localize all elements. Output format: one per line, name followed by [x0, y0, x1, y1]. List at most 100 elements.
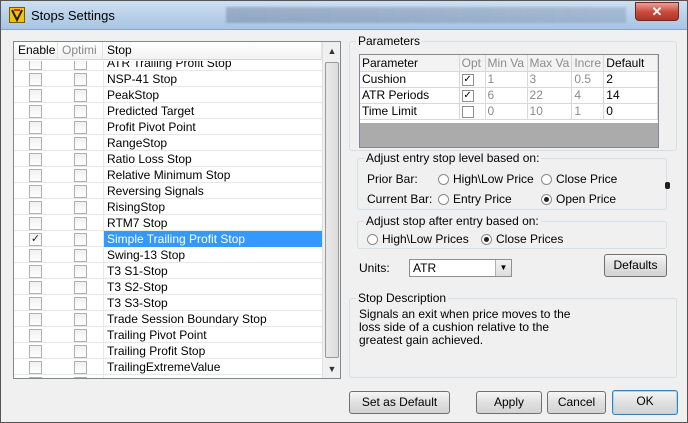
prior-highlow-radio[interactable]: High\Low Price	[438, 172, 534, 186]
after-close-radio[interactable]: Close Prices	[481, 232, 563, 246]
enable-checkbox[interactable]	[29, 185, 42, 198]
optimize-checkbox[interactable]	[74, 121, 87, 134]
optimize-checkbox[interactable]	[74, 297, 87, 310]
param-default[interactable]: 14	[603, 87, 658, 104]
optimize-checkbox[interactable]	[74, 217, 87, 230]
list-item[interactable]: Profit Pivot Point	[14, 119, 322, 135]
list-item[interactable]: ATR Trailing Profit Stop	[14, 61, 322, 71]
enable-checkbox[interactable]	[29, 345, 42, 358]
enable-checkbox[interactable]	[29, 105, 42, 118]
param-max[interactable]: 10	[527, 103, 573, 120]
enable-checkbox[interactable]	[29, 121, 42, 134]
param-max[interactable]: 3	[527, 71, 573, 88]
set-as-default-button[interactable]: Set as Default	[349, 391, 450, 414]
list-item[interactable]: RisingStop	[14, 199, 322, 215]
param-name[interactable]: Time Limit	[360, 103, 460, 120]
optimize-checkbox[interactable]	[74, 345, 87, 358]
list-scrollbar[interactable]: ▲ ▼	[322, 42, 340, 378]
list-item[interactable]: PeakStop	[14, 87, 322, 103]
param-opt[interactable]: ✓	[459, 71, 486, 88]
after-highlow-radio[interactable]: High\Low Prices	[367, 232, 469, 246]
prior-close-radio[interactable]: Close Price	[541, 172, 617, 186]
optimize-checkbox[interactable]	[74, 153, 87, 166]
scroll-up-icon[interactable]: ▲	[324, 43, 340, 59]
param-max[interactable]: 22	[527, 87, 573, 104]
param-opt[interactable]: ✓	[459, 87, 486, 104]
optimize-checkbox[interactable]	[74, 105, 87, 118]
param-name[interactable]: ATR Periods	[360, 87, 460, 104]
optimize-checkbox[interactable]	[74, 201, 87, 214]
param-default[interactable]: 0	[603, 103, 658, 120]
column-header-stop[interactable]: Stop	[103, 42, 322, 60]
optimize-checkbox[interactable]	[74, 281, 87, 294]
optimize-checkbox[interactable]	[74, 137, 87, 150]
list-item[interactable]: T3 S1-Stop	[14, 263, 322, 279]
enable-checkbox[interactable]	[29, 89, 42, 102]
list-item[interactable]: RTM7 Stop	[14, 215, 322, 231]
param-increment[interactable]: 1	[571, 103, 605, 120]
enable-checkbox[interactable]	[29, 217, 42, 230]
param-default[interactable]: 2	[603, 71, 658, 88]
chevron-down-icon[interactable]: ▼	[495, 260, 511, 276]
param-min[interactable]: 0	[485, 103, 528, 120]
enable-checkbox[interactable]	[29, 281, 42, 294]
list-item[interactable]: Swing-13 Stop	[14, 247, 322, 263]
list-item[interactable]: Trailing Profit Stop	[14, 343, 322, 359]
enable-checkbox[interactable]	[29, 137, 42, 150]
list-item[interactable]: TrailingExtremeValue	[14, 359, 322, 375]
list-item[interactable]: Relative Minimum Stop	[14, 167, 322, 183]
enable-checkbox[interactable]	[29, 297, 42, 310]
ok-button[interactable]: OK	[612, 390, 678, 415]
cancel-button[interactable]: Cancel	[547, 391, 606, 414]
enable-checkbox[interactable]: ✓	[29, 233, 42, 246]
list-item[interactable]: Trade Session Boundary Stop	[14, 311, 322, 327]
optimize-checkbox[interactable]	[74, 89, 87, 102]
optimize-checkbox[interactable]	[74, 73, 87, 86]
list-item[interactable]: Trailing Pivot Point	[14, 327, 322, 343]
optimize-checkbox[interactable]	[74, 329, 87, 342]
optimize-checkbox[interactable]	[74, 169, 87, 182]
column-header-enable[interactable]: Enable	[14, 42, 58, 60]
scroll-thumb[interactable]	[325, 62, 339, 358]
enable-checkbox[interactable]	[29, 201, 42, 214]
list-item[interactable]: T3 S2-Stop	[14, 279, 322, 295]
units-select[interactable]: ATR ▼	[409, 259, 512, 277]
opt-checkbox[interactable]: ✓	[461, 89, 474, 102]
param-min[interactable]: 1	[485, 71, 528, 88]
param-increment[interactable]: 4	[571, 87, 605, 104]
apply-button[interactable]: Apply	[476, 391, 542, 414]
opt-checkbox[interactable]	[461, 105, 474, 118]
current-entry-radio[interactable]: Entry Price	[438, 192, 512, 206]
defaults-button[interactable]: Defaults	[604, 254, 667, 277]
enable-checkbox[interactable]	[29, 73, 42, 86]
enable-checkbox[interactable]	[29, 377, 42, 378]
list-item[interactable]: ✓ Simple Trailing Profit Stop	[14, 231, 322, 247]
list-item[interactable]: Turtle Stop	[14, 375, 322, 378]
param-min[interactable]: 6	[485, 87, 528, 104]
enable-checkbox[interactable]	[29, 61, 42, 70]
list-item[interactable]: NSP-41 Stop	[14, 71, 322, 87]
optimize-checkbox[interactable]	[74, 313, 87, 326]
close-button[interactable]: ✕	[635, 2, 679, 21]
current-open-radio[interactable]: Open Price	[541, 192, 616, 206]
parameter-row[interactable]: Cushion ✓ 1 3 0.5 2	[360, 71, 658, 88]
optimize-checkbox[interactable]	[74, 377, 87, 378]
opt-checkbox[interactable]: ✓	[461, 73, 474, 86]
enable-checkbox[interactable]	[29, 249, 42, 262]
optimize-checkbox[interactable]	[74, 249, 87, 262]
parameter-row[interactable]: ATR Periods ✓ 6 22 4 14	[360, 87, 658, 104]
param-opt[interactable]	[459, 103, 486, 120]
optimize-checkbox[interactable]	[74, 361, 87, 374]
enable-checkbox[interactable]	[29, 153, 42, 166]
optimize-checkbox[interactable]	[74, 185, 87, 198]
list-item[interactable]: RangeStop	[14, 135, 322, 151]
parameter-row[interactable]: Time Limit 0 10 1 0	[360, 103, 658, 120]
enable-checkbox[interactable]	[29, 329, 42, 342]
scroll-down-icon[interactable]: ▼	[324, 361, 340, 377]
enable-checkbox[interactable]	[29, 265, 42, 278]
enable-checkbox[interactable]	[29, 361, 42, 374]
optimize-checkbox[interactable]	[74, 233, 87, 246]
list-item[interactable]: T3 S3-Stop	[14, 295, 322, 311]
list-item[interactable]: Predicted Target	[14, 103, 322, 119]
column-header-optimize[interactable]: Optimi	[58, 42, 103, 60]
